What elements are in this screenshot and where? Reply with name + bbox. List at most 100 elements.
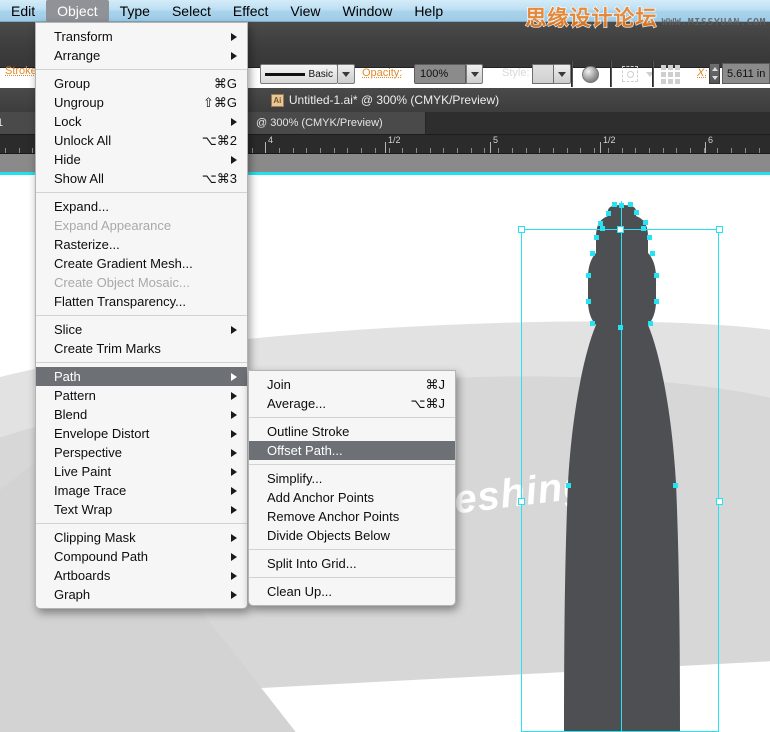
menubar-item-type[interactable]: Type (109, 0, 161, 22)
menu-item-ungroup[interactable]: Ungroup ⇧⌘G (36, 93, 247, 112)
submenu-arrow-icon (231, 372, 237, 381)
menu-item-transform[interactable]: Transform (36, 27, 247, 46)
ruler-tick-minor (347, 148, 348, 153)
menu-item-join[interactable]: Join ⌘J (249, 375, 455, 394)
opacity-dropdown-button[interactable] (466, 64, 483, 84)
menu-item-outline-stroke[interactable]: Outline Stroke (249, 422, 455, 441)
ruler-tick-minor (745, 148, 746, 153)
menu-item-create-trim-marks[interactable]: Create Trim Marks (36, 339, 247, 358)
menu-item-hide[interactable]: Hide (36, 150, 247, 169)
menu-item-text-wrap[interactable]: Text Wrap (36, 500, 247, 519)
menu-item-show-all[interactable]: Show All ⌥⌘3 (36, 169, 247, 188)
menu-item-label: Compound Path (54, 549, 148, 564)
menu-item-pattern[interactable]: Pattern (36, 386, 247, 405)
x-stepper[interactable] (709, 63, 720, 84)
menu-item-blend[interactable]: Blend (36, 405, 247, 424)
selection-handle-top-left[interactable] (518, 226, 525, 233)
menu-item-perspective[interactable]: Perspective (36, 443, 247, 462)
menu-item-live-paint[interactable]: Live Paint (36, 462, 247, 481)
x-coordinate-input[interactable]: 5.611 in (722, 63, 770, 84)
selection-handle-right-middle[interactable] (716, 498, 723, 505)
anchor-point[interactable] (654, 299, 659, 304)
ruler-tick-minor (498, 148, 499, 153)
menu-item-clean-up[interactable]: Clean Up... (249, 582, 455, 601)
stepper-up-icon[interactable] (711, 66, 718, 71)
ruler-tick-minor (457, 148, 458, 153)
menu-item-offset-path[interactable]: Offset Path... (249, 441, 455, 460)
selection-bounding-box[interactable] (521, 229, 719, 732)
menu-item-arrange[interactable]: Arrange (36, 46, 247, 65)
selection-handle-top-center[interactable] (617, 226, 624, 233)
anchor-point[interactable] (606, 211, 611, 216)
menu-item-clipping-mask[interactable]: Clipping Mask (36, 528, 247, 547)
anchor-point[interactable] (647, 235, 652, 240)
anchor-point[interactable] (618, 325, 623, 330)
path-submenu[interactable]: Join ⌘J Average... ⌥⌘J Outline Stroke Offset … (248, 370, 456, 606)
menu-item-label: Unlock All (54, 133, 112, 148)
anchor-point[interactable] (566, 483, 571, 488)
style-dropdown-button[interactable] (554, 64, 571, 84)
ruler-tick-major (490, 142, 491, 153)
stepper-down-icon[interactable] (711, 76, 718, 81)
menu-item-create-gradient-mesh[interactable]: Create Gradient Mesh... (36, 254, 247, 273)
menu-item-average[interactable]: Average... ⌥⌘J (249, 394, 455, 413)
menubar-item-object[interactable]: Object (46, 0, 109, 22)
gradient-button[interactable] (578, 62, 602, 86)
opacity-value: 100% (420, 68, 449, 80)
anchor-point[interactable] (650, 251, 655, 256)
anchor-point[interactable] (612, 202, 617, 207)
menubar-item-select[interactable]: Select (161, 0, 222, 22)
menubar-item-edit[interactable]: Edit (0, 0, 46, 22)
brush-dropdown-button[interactable] (338, 64, 355, 84)
menubar-item-effect[interactable]: Effect (222, 0, 280, 22)
anchor-point[interactable] (586, 273, 591, 278)
anchor-point[interactable] (673, 483, 678, 488)
anchor-point[interactable] (586, 299, 591, 304)
anchor-point[interactable] (590, 251, 595, 256)
menu-item-expand-appearance: Expand Appearance (36, 216, 247, 235)
selection-handle-left-middle[interactable] (518, 498, 525, 505)
opacity-input[interactable]: 100% (414, 64, 466, 84)
brush-definition-control[interactable]: Basic (260, 64, 338, 84)
menu-item-rasterize[interactable]: Rasterize... (36, 235, 247, 254)
menu-item-simplify[interactable]: Simplify... (249, 469, 455, 488)
menu-item-split-into-grid[interactable]: Split Into Grid... (249, 554, 455, 573)
menu-item-image-trace[interactable]: Image Trace (36, 481, 247, 500)
menubar-item-view[interactable]: View (279, 0, 331, 22)
anchor-point[interactable] (641, 226, 646, 231)
align-button[interactable] (658, 62, 682, 86)
menu-item-flatten-transparency[interactable]: Flatten Transparency... (36, 292, 247, 311)
menu-separator (249, 549, 455, 550)
menubar-item-window[interactable]: Window (332, 0, 404, 22)
document-tab-2[interactable]: @ 300% (CMYK/Preview) (248, 112, 426, 134)
menu-item-unlock-all[interactable]: Unlock All ⌥⌘2 (36, 131, 247, 150)
anchor-point[interactable] (648, 321, 653, 326)
menubar-item-help[interactable]: Help (403, 0, 454, 22)
style-swatch[interactable] (532, 64, 554, 84)
anchor-point[interactable] (654, 273, 659, 278)
ruler-tick-minor (471, 148, 472, 153)
menu-item-artboards[interactable]: Artboards (36, 566, 247, 585)
menu-item-divide-objects-below[interactable]: Divide Objects Below (249, 526, 455, 545)
menu-item-envelope-distort[interactable]: Envelope Distort (36, 424, 247, 443)
anchor-point[interactable] (600, 226, 605, 231)
anchor-point[interactable] (634, 210, 639, 215)
menu-item-graph[interactable]: Graph (36, 585, 247, 604)
menu-item-group[interactable]: Group ⌘G (36, 74, 247, 93)
menu-item-remove-anchor-points[interactable]: Remove Anchor Points (249, 507, 455, 526)
anchor-point[interactable] (619, 203, 624, 208)
selection-handle-top-right[interactable] (716, 226, 723, 233)
ruler-label: 5 (493, 135, 499, 145)
anchor-point[interactable] (590, 321, 595, 326)
anchor-point[interactable] (594, 235, 599, 240)
anchor-point[interactable] (643, 220, 648, 225)
anchor-point[interactable] (628, 202, 633, 207)
menu-item-lock[interactable]: Lock (36, 112, 247, 131)
menu-item-compound-path[interactable]: Compound Path (36, 547, 247, 566)
ruler-tick-minor (567, 148, 568, 153)
menu-item-expand[interactable]: Expand... (36, 197, 247, 216)
menu-item-slice[interactable]: Slice (36, 320, 247, 339)
menu-item-path[interactable]: Path (36, 367, 247, 386)
object-menu[interactable]: Transform Arrange Group ⌘G Ungroup ⇧⌘G Lock Unl… (35, 22, 248, 609)
menu-item-add-anchor-points[interactable]: Add Anchor Points (249, 488, 455, 507)
